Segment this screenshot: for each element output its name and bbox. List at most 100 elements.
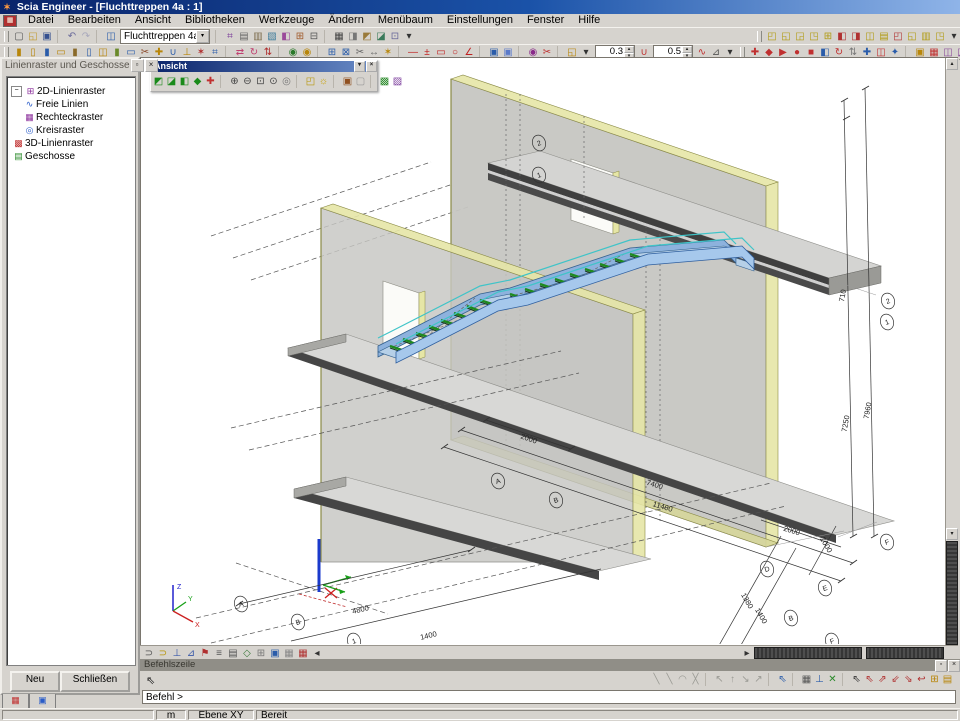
snap-perp-icon[interactable]: ↘ [739, 673, 752, 686]
menu-item-5[interactable]: Ändern [321, 14, 370, 27]
select-member-icon[interactable]: ⇗ [876, 673, 889, 686]
scroll-left-icon[interactable]: ◂ [310, 647, 324, 660]
child-document-icon[interactable]: ▦ [3, 15, 17, 27]
undo-icon[interactable]: ↶ [65, 30, 79, 43]
panel-title-bar[interactable]: Linienraster und Geschosse ▫ × [2, 59, 138, 73]
select-node-icon[interactable]: ⇖ [863, 673, 876, 686]
select-default-icon[interactable]: ⇖ [850, 673, 863, 686]
display-option-6-icon[interactable]: ◧ [835, 30, 849, 43]
display-option-4-icon[interactable]: ◳ [807, 30, 821, 43]
open-project-icon[interactable]: ◱ [26, 30, 40, 43]
scroll-right-icon[interactable]: ▸ [740, 647, 754, 660]
save-project-icon[interactable]: ▣ [40, 30, 54, 43]
select-table-icon[interactable]: ▤ [941, 673, 954, 686]
printer-icon[interactable]: ▤ [226, 647, 240, 660]
tree-item-kreisraster[interactable]: ◎ Kreisraster [7, 124, 135, 137]
display-option-11-icon[interactable]: ◱ [905, 30, 919, 43]
mesh-setup-icon[interactable]: ▧ [265, 30, 279, 43]
view-params-icon[interactable]: ▣ [341, 75, 354, 88]
catalog-icon[interactable]: ⌗ [223, 30, 237, 43]
toolbar-overflow-4-icon[interactable]: ▾ [947, 30, 960, 43]
wireframe-icon[interactable]: ▨ [391, 75, 404, 88]
view-side-icon[interactable]: ◧ [178, 75, 191, 88]
snap-ortho-icon[interactable]: ⊥ [813, 673, 826, 686]
snap-grid-icon[interactable]: ▦ [800, 673, 813, 686]
scroll-up-icon[interactable]: ▴ [946, 58, 958, 70]
snap-tan-icon[interactable]: ↗ [752, 673, 765, 686]
menu-item-6[interactable]: Menübaum [371, 14, 440, 27]
schliessen-button[interactable]: Schließen [60, 671, 130, 692]
tree-item-freie-linien[interactable]: ∿ Freie Linien [7, 98, 135, 111]
snap-arc-icon[interactable]: ◠ [676, 673, 689, 686]
scale-tool-icon[interactable]: ⊿ [184, 647, 198, 660]
menu-item-9[interactable]: Hilfe [571, 14, 607, 27]
display-option-13-icon[interactable]: ◳ [933, 30, 947, 43]
ansicht-close-icon[interactable]: × [366, 61, 377, 72]
tree-item-rechteckraster[interactable]: ▦ Rechteckraster [7, 111, 135, 124]
display-option-9-icon[interactable]: ▤ [877, 30, 891, 43]
new-project-icon[interactable]: ▢ [12, 30, 26, 43]
toolbar-grip[interactable] [740, 47, 745, 58]
toolbar-grip[interactable] [4, 47, 9, 58]
snap-line-icon[interactable]: ╲ [650, 673, 663, 686]
view-axo-icon[interactable]: ◆ [191, 75, 204, 88]
snap-off-icon[interactable]: ✕ [826, 673, 839, 686]
menu-item-7[interactable]: Einstellungen [440, 14, 520, 27]
table-input-icon[interactable]: ⊟ [307, 30, 321, 43]
view-front-icon[interactable]: ◪ [165, 75, 178, 88]
display-option-5-icon[interactable]: ⊞ [821, 30, 835, 43]
table-icon[interactable]: ⊞ [254, 647, 268, 660]
cursor-snap-icon[interactable]: ⇖ [776, 673, 789, 686]
command-title-bar[interactable]: Befehlszeile ▫ × [140, 659, 960, 671]
menu-item-8[interactable]: Fenster [520, 14, 571, 27]
panel-close-icon[interactable]: × [145, 59, 158, 72]
command-input[interactable]: Befehl > [142, 690, 956, 704]
snap-line-mid-icon[interactable]: ╲ [663, 673, 676, 686]
cleaner-icon[interactable]: ▤ [237, 30, 251, 43]
view-top-icon[interactable]: ◩ [152, 75, 165, 88]
vertical-scrollbar-thumb[interactable] [946, 541, 958, 645]
snap-mid-icon[interactable]: ↑ [726, 673, 739, 686]
flag-icon[interactable]: ⚑ [198, 647, 212, 660]
menu-item-3[interactable]: Bibliotheken [178, 14, 252, 27]
scroll-down-icon[interactable]: ▾ [946, 528, 958, 540]
project-combobox[interactable]: Fluchttreppen 4a ▾ [120, 29, 210, 44]
zoom-in-icon[interactable]: ⊕ [228, 75, 241, 88]
select-poly-icon[interactable]: ⇘ [902, 673, 915, 686]
axo-view-icon[interactable]: ◇ [240, 647, 254, 660]
menu-item-0[interactable]: Datei [21, 14, 61, 27]
vertical-scrollbar[interactable]: ▴ ▾ [945, 58, 959, 645]
status-unit[interactable]: m [156, 710, 186, 720]
panel-tab-raster[interactable]: ▦ [2, 694, 29, 709]
light-icon[interactable]: ☼ [317, 75, 330, 88]
toolbar-overflow-1-icon[interactable]: ▾ [402, 30, 416, 43]
zoom-selection-icon[interactable]: ◎ [280, 75, 293, 88]
menu-item-1[interactable]: Bearbeiten [61, 14, 128, 27]
gallery-icon[interactable]: ◩ [360, 30, 374, 43]
toolbar-grip[interactable] [757, 31, 762, 42]
horizontal-scrollbar-thumb-1[interactable] [754, 647, 862, 659]
spin-up-icon[interactable]: ▴ [682, 46, 692, 53]
menu-item-2[interactable]: Ansicht [128, 14, 178, 27]
calculator-icon[interactable]: ▥ [251, 30, 265, 43]
axis-rotate-icon[interactable]: ✚ [204, 75, 217, 88]
display-option-7-icon[interactable]: ◨ [849, 30, 863, 43]
horizontal-scrollbar-thumb-2[interactable] [866, 647, 944, 659]
grid-red-icon[interactable]: ▦ [296, 647, 310, 660]
link-active-icon[interactable]: ⊃ [156, 647, 170, 660]
print-icon[interactable]: ▦ [332, 30, 346, 43]
select-lasso-icon[interactable]: ↩ [915, 673, 928, 686]
panel-tab-window[interactable]: ▣ [29, 694, 56, 709]
display-option-8-icon[interactable]: ◫ [863, 30, 877, 43]
pin-icon[interactable]: ▫ [131, 59, 144, 72]
view-box-icon[interactable]: ▣ [268, 647, 282, 660]
zoom-out-icon[interactable]: ⊖ [241, 75, 254, 88]
display-option-10-icon[interactable]: ◰ [891, 30, 905, 43]
command-close-icon[interactable]: × [948, 660, 960, 672]
snap-cross-icon[interactable]: ╳ [689, 673, 702, 686]
shading-icon[interactable]: ▩ [378, 75, 391, 88]
snap-end-icon[interactable]: ↖ [713, 673, 726, 686]
select-add-icon[interactable]: ⊞ [928, 673, 941, 686]
display-option-3-icon[interactable]: ◲ [793, 30, 807, 43]
neu-button[interactable]: Neu [10, 671, 60, 692]
